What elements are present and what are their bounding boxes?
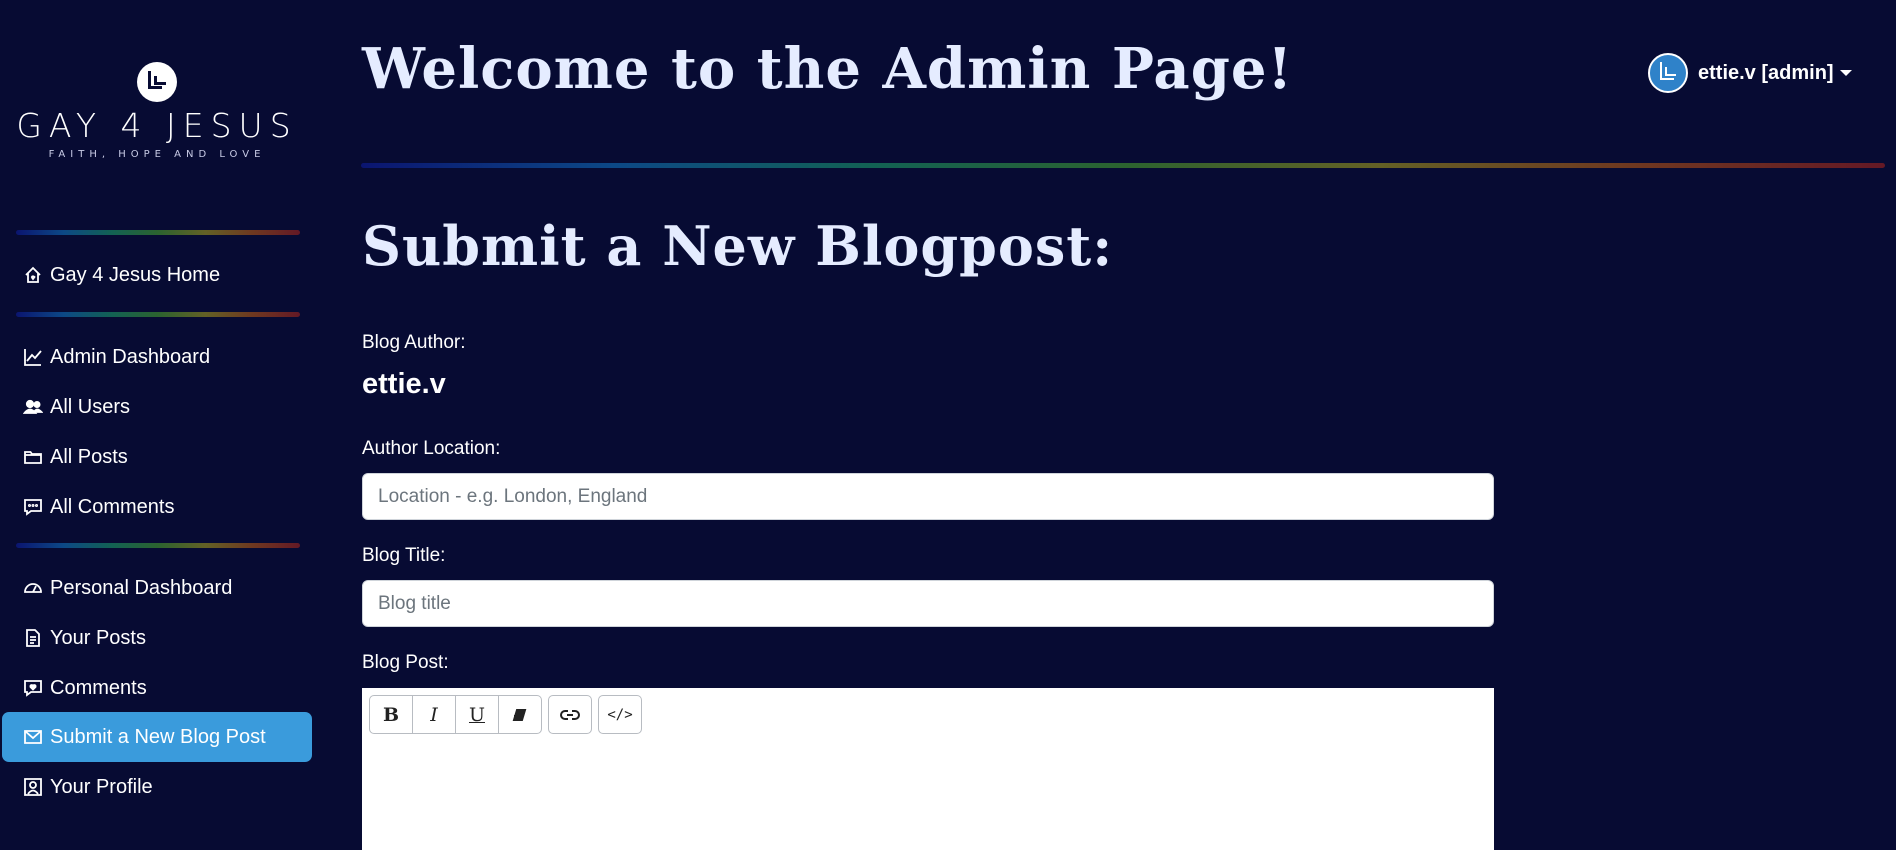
sidebar-item-label: Personal Dashboard [50,576,233,599]
link-button-group [548,695,592,734]
author-label: Blog Author: [362,332,466,353]
chevron-down-icon [1839,70,1852,76]
format-button-group: B I U [369,695,542,734]
post-label: Blog Post: [362,652,449,673]
sidebar-item-all-posts[interactable]: All Posts [2,432,312,482]
sidebar-item-label: Your Profile [50,775,153,798]
sidebar-item-label: All Posts [50,445,128,468]
italic-button[interactable]: I [412,695,456,734]
logo-mark-icon [137,62,177,102]
site-logo[interactable]: GAY 4 JESUS FAITH, HOPE AND LOVE [16,62,298,160]
sidebar-item-all-users[interactable]: All Users [2,382,312,432]
underline-button[interactable]: U [455,695,499,734]
sidebar-item-label: Submit a New Blog Post [50,725,266,748]
clear-format-button[interactable] [498,695,542,734]
users-icon [22,396,44,418]
eraser-icon [510,705,530,725]
sidebar-divider [16,230,300,235]
folder-icon [22,446,44,468]
code-button-group: </> [598,695,642,734]
location-label: Author Location: [362,438,501,459]
sidebar-item-your-posts[interactable]: Your Posts [2,613,312,663]
location-input[interactable] [362,473,1494,520]
user-name: ettie.v [admin] [1698,61,1834,84]
user-menu-dropdown[interactable]: ettie.v [admin] [1648,53,1852,93]
envelope-icon [22,726,44,748]
sidebar-item-label: Comments [50,676,147,699]
sidebar-item-label: All Users [50,395,131,418]
title-input[interactable] [362,580,1494,627]
comment-heart-icon [22,677,44,699]
logo-name: GAY 4 JESUS [16,106,298,145]
sidebar-item-comments[interactable]: Comments [2,663,312,713]
comments-icon [22,496,44,518]
avatar [1648,53,1688,93]
sidebar-divider [16,312,300,317]
author-value: ettie.v [362,368,446,400]
bold-button[interactable]: B [369,695,413,734]
sidebar-item-admin-dashboard[interactable]: Admin Dashboard [2,332,312,382]
person-square-icon [22,776,44,798]
sidebar-divider [16,543,300,548]
chart-line-icon [22,346,44,368]
sidebar-item-all-comments[interactable]: All Comments [2,482,312,532]
sidebar-item-label: Gay 4 Jesus Home [50,263,221,286]
sidebar: GAY 4 JESUS FAITH, HOPE AND LOVE Gay 4 J… [0,0,316,850]
document-icon [22,627,44,649]
title-label: Blog Title: [362,545,446,566]
insert-link-button[interactable] [548,695,592,734]
sidebar-item-submit-blog-post[interactable]: Submit a New Blog Post [2,712,312,762]
sidebar-item-label: All Comments [50,495,175,518]
speedometer-icon [22,577,44,599]
sidebar-item-label: Admin Dashboard [50,345,211,368]
logo-tagline: FAITH, HOPE AND LOVE [48,149,266,160]
header-divider [361,163,1885,168]
sidebar-item-label: Your Posts [50,626,146,649]
link-icon [560,705,580,725]
form-heading: Submit a New Blogpost: [362,214,1114,278]
page-title: Welcome to the Admin Page! [362,36,1294,102]
home-icon [22,264,44,286]
code-view-button[interactable]: </> [598,695,642,734]
sidebar-item-home[interactable]: Gay 4 Jesus Home [2,250,312,300]
sidebar-item-personal-dashboard[interactable]: Personal Dashboard [2,563,312,613]
sidebar-item-your-profile[interactable]: Your Profile [2,762,312,812]
blog-post-editor[interactable]: B I U </> [362,688,1494,850]
editor-toolbar: B I U </> [369,695,648,734]
